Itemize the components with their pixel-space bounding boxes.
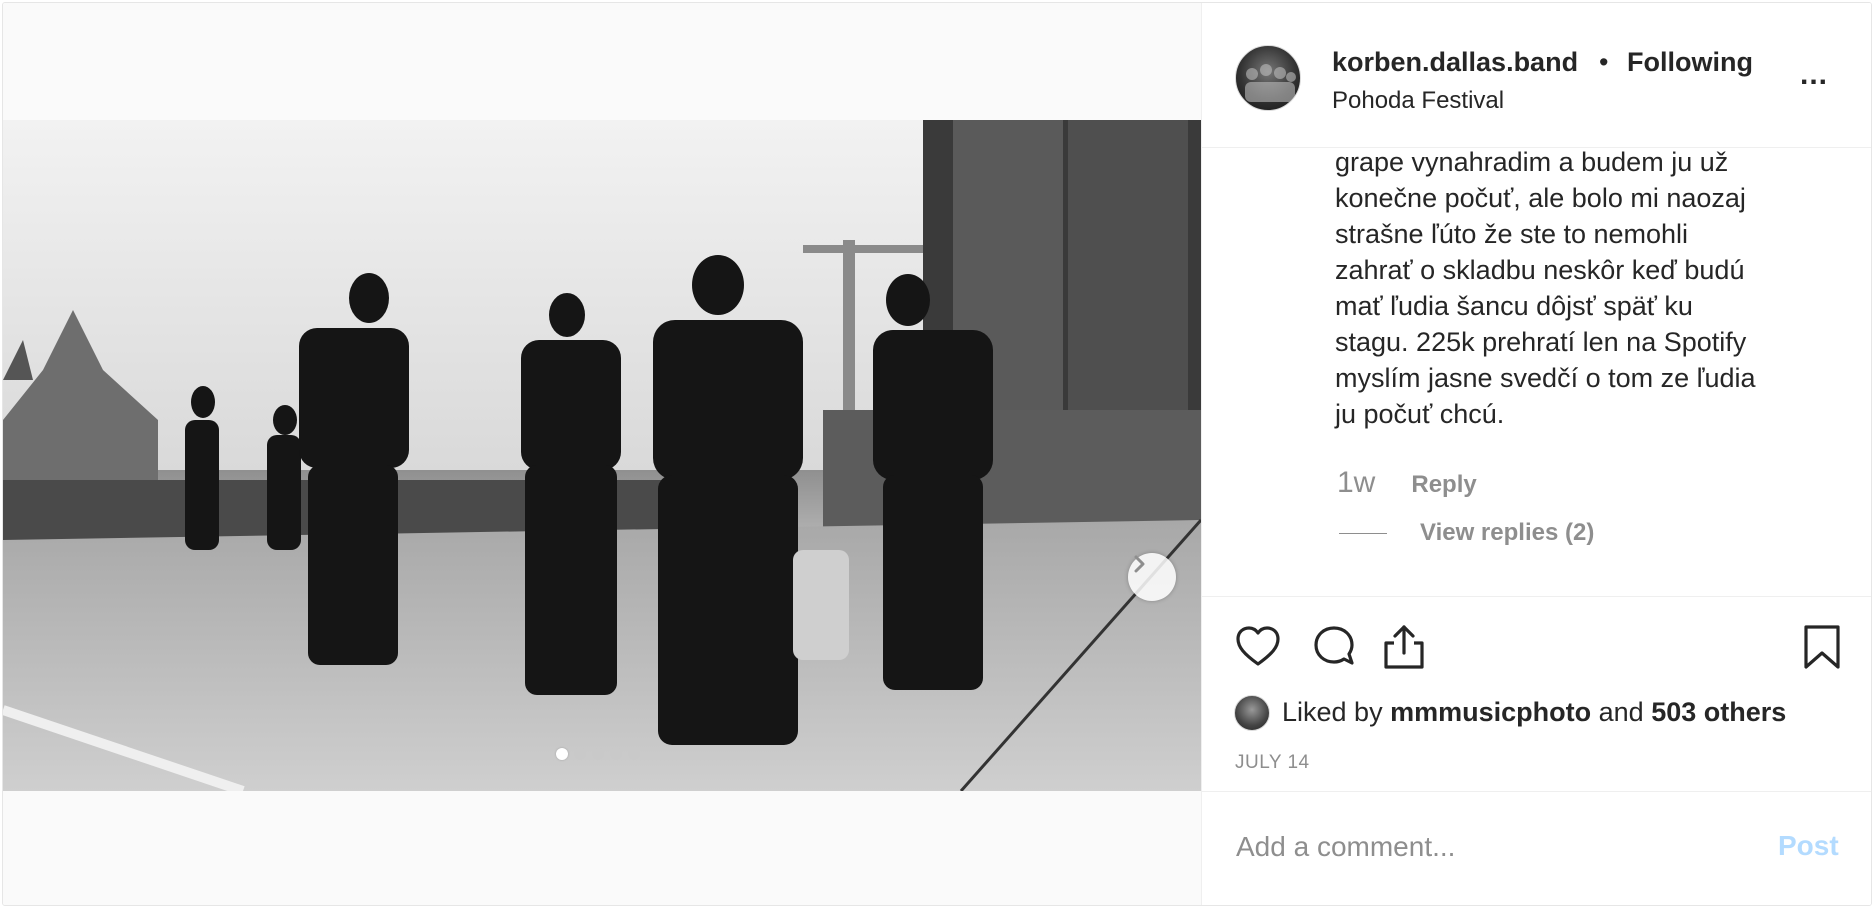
comment-line: myslím jasne svedčí o tom ze ľudia bbox=[1335, 363, 1756, 393]
comment-line: grape vynahradim a budem ju už bbox=[1335, 148, 1729, 177]
comments-section: grape vynahradim a budem ju už konečne p… bbox=[1202, 148, 1871, 596]
more-options-button[interactable]: ... bbox=[1800, 60, 1828, 90]
post-date[interactable]: JULY 14 bbox=[1235, 752, 1310, 774]
post-media bbox=[3, 3, 1201, 905]
comment-timestamp[interactable]: 1w bbox=[1337, 466, 1375, 500]
post-actions: Liked by mmmusicphoto and 503 others JUL… bbox=[1202, 596, 1871, 791]
add-comment-bar: Post bbox=[1202, 791, 1871, 905]
liker-avatar[interactable] bbox=[1234, 695, 1270, 731]
comment-meta: 1w Reply bbox=[1337, 466, 1477, 500]
post-side-panel: korben.dallas.band • Following Pohoda Fe… bbox=[1201, 3, 1871, 905]
share-icon bbox=[1384, 625, 1424, 669]
carousel-dot bbox=[628, 748, 640, 760]
carousel-indicator bbox=[556, 748, 640, 760]
comment-icon bbox=[1314, 626, 1354, 665]
likes-middle: and bbox=[1598, 697, 1644, 727]
following-button[interactable]: Following bbox=[1627, 47, 1753, 78]
comment-line: strašne ľúto že ste to nemohli bbox=[1335, 219, 1689, 249]
comment-line: konečne počuť, ale bolo mi naozaj bbox=[1335, 183, 1746, 213]
comment-button[interactable] bbox=[1310, 623, 1358, 671]
liker-username[interactable]: mmmusicphoto bbox=[1390, 697, 1591, 727]
post-comment-button[interactable]: Post bbox=[1778, 830, 1839, 862]
photo-illustration bbox=[3, 120, 1201, 791]
comment-body: grape vynahradim a budem ju už konečne p… bbox=[1335, 148, 1805, 432]
comment-line: stagu. 225k prehratí len na Spotify bbox=[1335, 327, 1747, 357]
comment-line: ju počuť chcú. bbox=[1335, 399, 1505, 429]
reply-button[interactable]: Reply bbox=[1411, 471, 1476, 499]
header-separator: • bbox=[1599, 47, 1609, 77]
carousel-dot bbox=[574, 748, 586, 760]
post-location[interactable]: Pohoda Festival bbox=[1332, 87, 1504, 115]
post-photo[interactable] bbox=[3, 120, 1201, 791]
carousel-dot-active bbox=[556, 748, 568, 760]
comment-line: mať ľudia šancu dôjsť späť ku bbox=[1335, 291, 1693, 321]
instagram-post: korben.dallas.band • Following Pohoda Fe… bbox=[2, 2, 1872, 906]
likes-others-link[interactable]: 503 others bbox=[1651, 697, 1786, 727]
post-username[interactable]: korben.dallas.band bbox=[1332, 47, 1578, 78]
next-image-button[interactable] bbox=[1128, 553, 1176, 601]
bookmark-icon bbox=[1804, 625, 1840, 669]
post-header: korben.dallas.band • Following Pohoda Fe… bbox=[1202, 3, 1871, 148]
save-button[interactable] bbox=[1798, 623, 1846, 671]
band-avatar-icon bbox=[1245, 64, 1296, 102]
carousel-dot bbox=[610, 748, 622, 760]
heart-icon bbox=[1236, 626, 1280, 666]
comment-line: zahrať o skladbu neskôr keď budú bbox=[1335, 255, 1745, 285]
like-button[interactable] bbox=[1234, 623, 1282, 671]
comment-input[interactable] bbox=[1236, 825, 1756, 869]
share-button[interactable] bbox=[1380, 623, 1428, 671]
carousel-dot bbox=[592, 748, 604, 760]
likes-prefix: Liked by bbox=[1282, 697, 1383, 727]
likes-summary: Liked by mmmusicphoto and 503 others bbox=[1282, 697, 1786, 728]
profile-avatar[interactable] bbox=[1235, 45, 1301, 111]
chevron-right-icon bbox=[1134, 555, 1145, 573]
view-replies-button[interactable]: View replies (2) bbox=[1420, 519, 1594, 547]
replies-divider bbox=[1339, 533, 1387, 534]
